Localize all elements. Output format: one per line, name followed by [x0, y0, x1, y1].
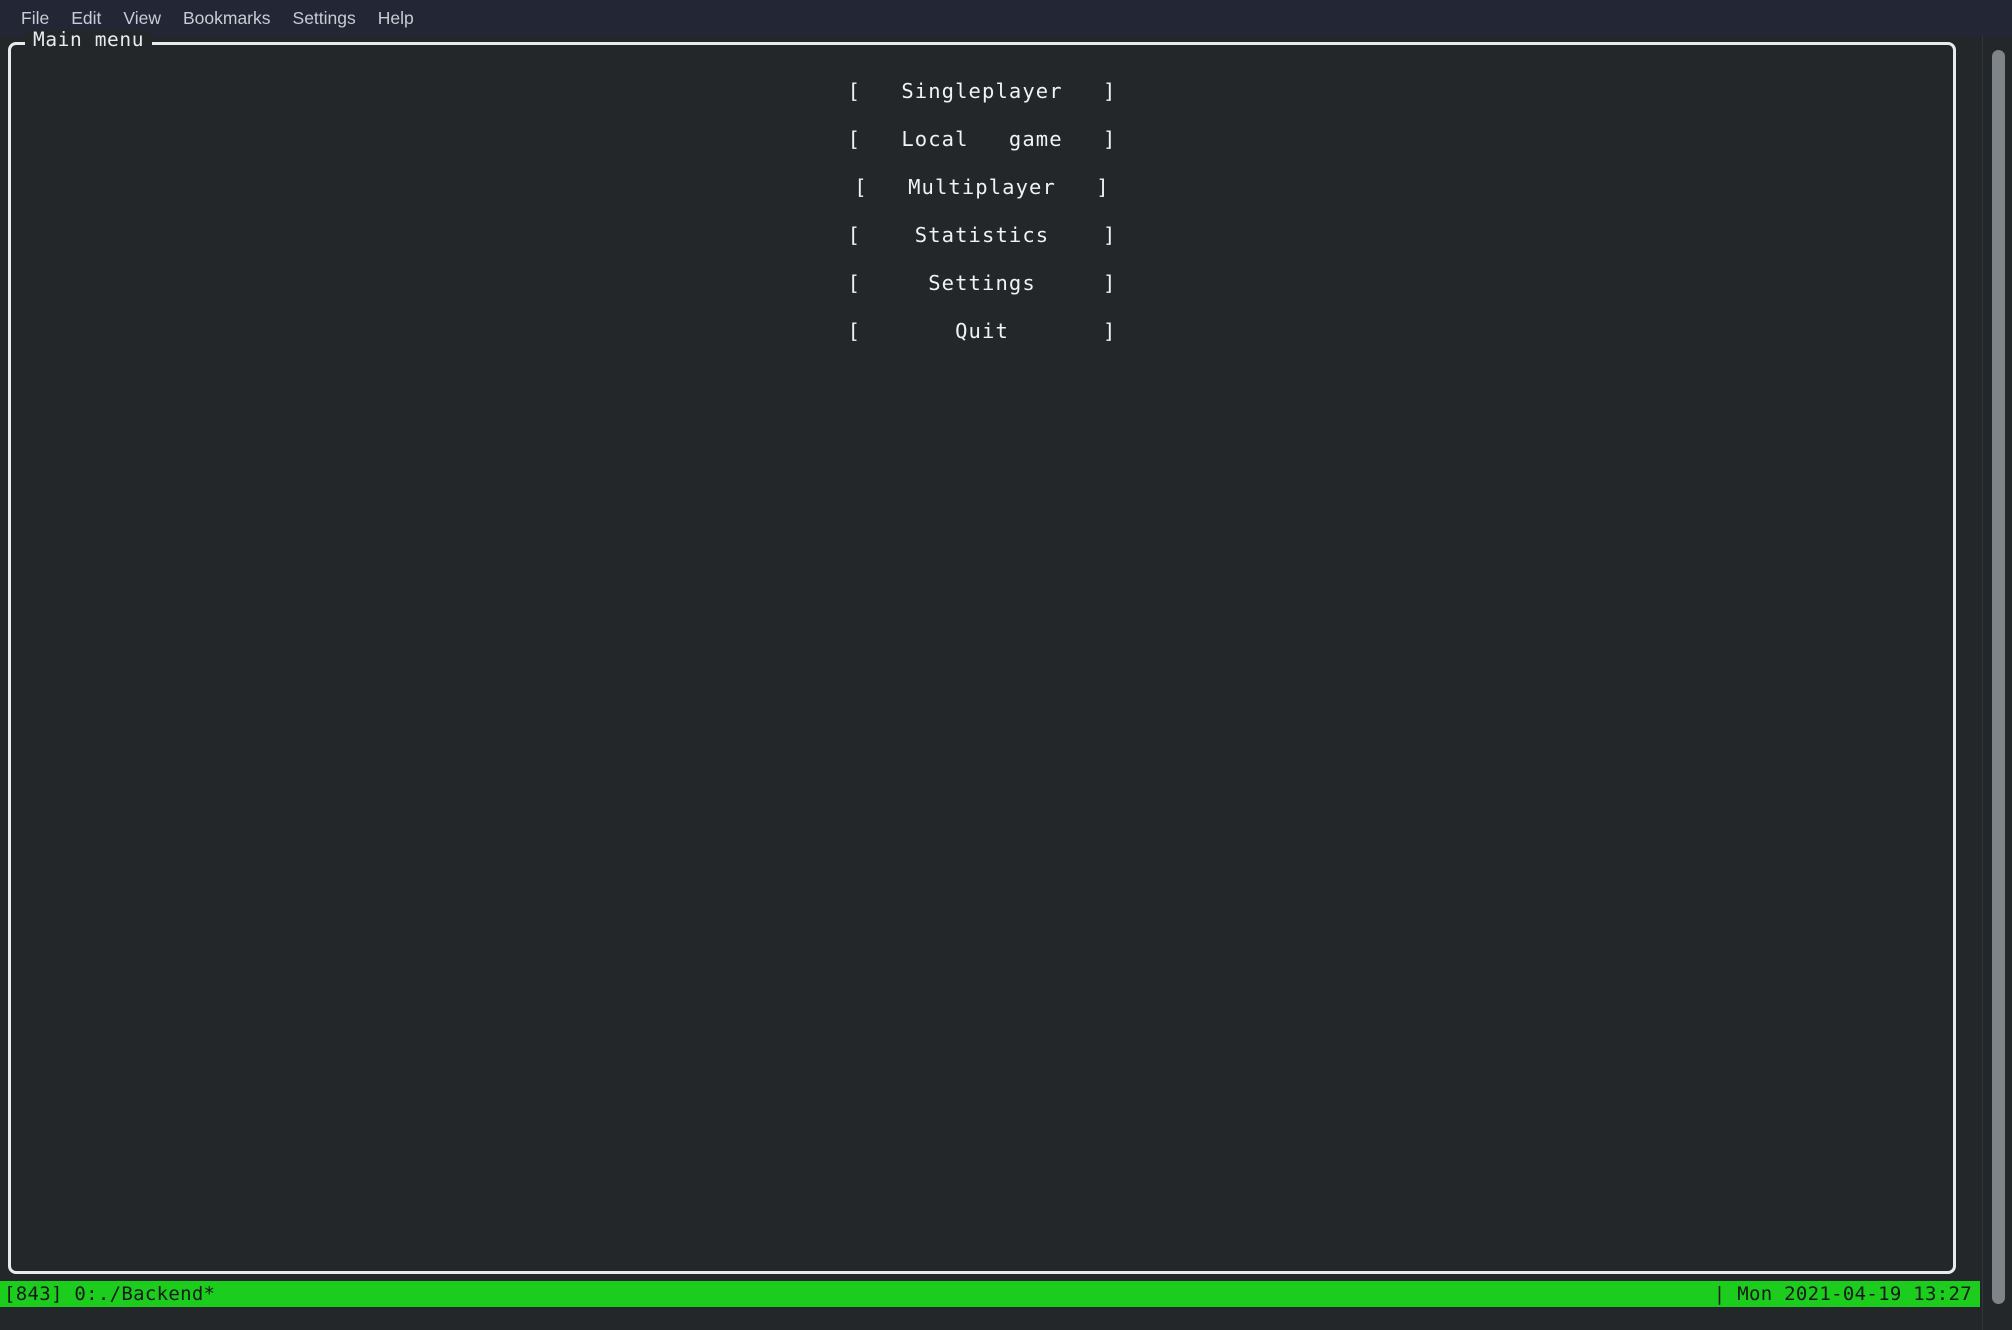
vertical-scrollbar-track[interactable]	[1982, 36, 2012, 1330]
menu-row: [ Quit ]	[11, 307, 1953, 355]
menu-option-quit[interactable]: [ Quit ]	[848, 319, 1117, 343]
tmux-status-bar: [843] 0:./Backend* | Mon 2021-04-19 13:2…	[0, 1281, 1980, 1307]
menu-row: [ Local game ]	[11, 115, 1953, 163]
menu-row: [ Singleplayer ]	[11, 67, 1953, 115]
menu-item-settings[interactable]: Settings	[282, 0, 367, 36]
terminal-content-area: Main menu [ Singleplayer ] [ Local game …	[0, 36, 2012, 1330]
menu-row: [ Settings ]	[11, 259, 1953, 307]
vertical-scrollbar-thumb[interactable]	[1992, 50, 2005, 1304]
menu-option-statistics[interactable]: [ Statistics ]	[848, 223, 1117, 247]
menu-row: [ Multiplayer ]	[11, 163, 1953, 211]
main-menu-title: Main menu	[25, 30, 152, 50]
tmux-clock-label: | Mon 2021-04-19 13:27	[1714, 1281, 1972, 1307]
menu-option-local-game[interactable]: [ Local game ]	[848, 127, 1117, 151]
menu-option-settings[interactable]: [ Settings ]	[848, 271, 1117, 295]
menu-option-multiplayer[interactable]: [ Multiplayer ]	[854, 175, 1109, 199]
menu-item-help[interactable]: Help	[367, 0, 425, 36]
application-menu-bar: File Edit View Bookmarks Settings Help	[0, 0, 2012, 36]
main-menu-panel: Main menu [ Singleplayer ] [ Local game …	[8, 42, 1956, 1274]
menu-row: [ Statistics ]	[11, 211, 1953, 259]
menu-option-singleplayer[interactable]: [ Singleplayer ]	[848, 79, 1117, 103]
main-menu-item-list: [ Singleplayer ] [ Local game ] [ Multip…	[11, 67, 1953, 355]
tmux-session-window-label: [843] 0:./Backend*	[4, 1281, 215, 1307]
menu-item-bookmarks[interactable]: Bookmarks	[172, 0, 282, 36]
